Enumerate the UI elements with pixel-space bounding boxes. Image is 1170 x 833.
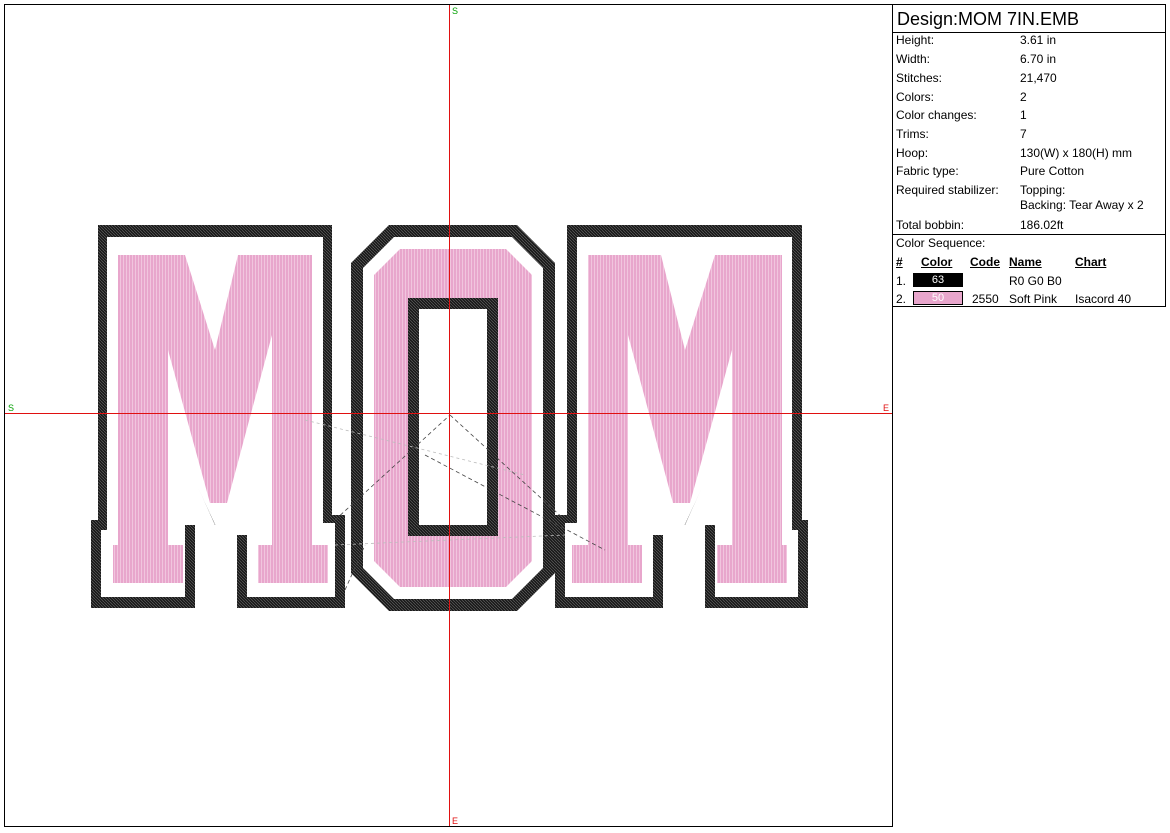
sequence-header-chart: Chart bbox=[1075, 255, 1107, 269]
width-value: 6.70 in bbox=[1020, 52, 1057, 66]
width-label: Width: bbox=[896, 52, 931, 66]
height-value: 3.61 in bbox=[1020, 33, 1057, 47]
sequence-row-2-name: Soft Pink bbox=[1009, 292, 1058, 306]
stabilizer-backing-value: Backing: Tear Away x 2 bbox=[1020, 198, 1144, 212]
letter-o bbox=[351, 225, 555, 611]
color-sequence-title: Color Sequence: bbox=[896, 236, 986, 250]
footer-strip bbox=[0, 828, 1170, 833]
letter-m-left bbox=[91, 225, 345, 608]
sequence-row-2-code: 2550 bbox=[972, 292, 999, 306]
divider bbox=[893, 234, 1166, 235]
fabric-type-value: Pure Cotton bbox=[1020, 164, 1085, 178]
stabilizer-label: Required stabilizer: bbox=[896, 183, 999, 197]
sequence-header-num: # bbox=[896, 255, 903, 269]
sequence-row-1-num: 1. bbox=[896, 274, 907, 288]
design-title: Design:MOM 7IN.EMB bbox=[897, 9, 1080, 29]
colors-value: 2 bbox=[1020, 90, 1027, 104]
total-bobbin-label: Total bobbin: bbox=[896, 218, 965, 232]
design-preview bbox=[5, 5, 892, 826]
trims-value: 7 bbox=[1020, 127, 1027, 141]
sequence-header-color: Color bbox=[921, 255, 953, 269]
color-changes-label: Color changes: bbox=[896, 108, 977, 122]
stitches-label: Stitches: bbox=[896, 71, 943, 85]
axis-right-end-label: E bbox=[883, 403, 890, 413]
design-canvas[interactable]: S S E E bbox=[4, 4, 893, 827]
embroidery-report-page: S S E E Design:MOM 7IN.EMB Height: 3.61 … bbox=[0, 0, 1170, 833]
sequence-row-1-swatch: 63 bbox=[913, 273, 963, 287]
axis-left-start-label: S bbox=[8, 403, 15, 413]
sequence-header-name: Name bbox=[1009, 255, 1042, 269]
sequence-row-2-num: 2. bbox=[896, 292, 907, 306]
fabric-type-label: Fabric type: bbox=[896, 164, 959, 178]
sequence-header-code: Code bbox=[970, 255, 1000, 269]
axis-bottom-end-label: E bbox=[452, 816, 459, 826]
axis-top-start-label: S bbox=[452, 6, 459, 16]
stitches-value: 21,470 bbox=[1020, 71, 1057, 85]
letter-m-right bbox=[555, 225, 808, 608]
design-info-panel: Design:MOM 7IN.EMB Height: 3.61 in Width… bbox=[893, 4, 1166, 307]
sequence-row-2-swatch: 50 bbox=[913, 291, 963, 305]
letter-o-counter bbox=[419, 309, 487, 525]
stabilizer-topping-value: Topping: bbox=[1020, 183, 1066, 197]
sequence-row-2-chart: Isacord 40 bbox=[1075, 292, 1132, 306]
trims-label: Trims: bbox=[896, 127, 929, 141]
hoop-label: Hoop: bbox=[896, 146, 929, 160]
total-bobbin-value: 186.02ft bbox=[1020, 218, 1064, 232]
hoop-value: 130(W) x 180(H) mm bbox=[1020, 146, 1133, 160]
color-changes-value: 1 bbox=[1020, 108, 1027, 122]
colors-label: Colors: bbox=[896, 90, 935, 104]
sequence-row-1-name: R0 G0 B0 bbox=[1009, 274, 1062, 288]
height-label: Height: bbox=[896, 33, 935, 47]
